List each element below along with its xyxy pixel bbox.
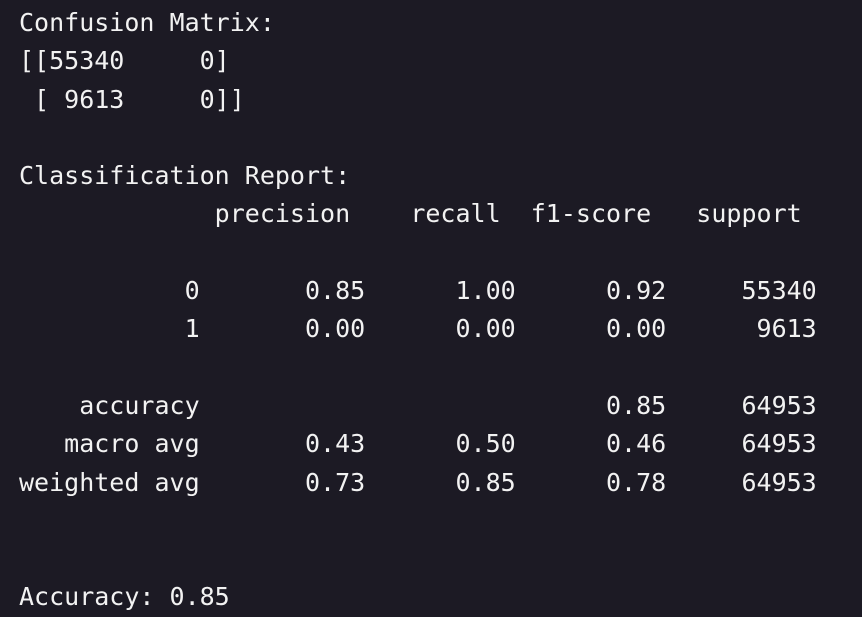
confusion-matrix-row: [[55340 0] — [19, 46, 230, 76]
terminal-output: Confusion Matrix: [[55340 0] [ 9613 0]] … — [0, 0, 862, 612]
report-row-class-1: 1 0.00 0.00 0.00 9613 — [19, 314, 817, 344]
classification-report-heading: Classification Report: — [19, 161, 351, 191]
report-row-accuracy: accuracy 0.85 64953 — [19, 390, 817, 420]
report-row-weighted-avg: weighted avg 0.73 0.85 0.78 64953 — [19, 467, 817, 497]
confusion-matrix-heading: Confusion Matrix: — [19, 8, 275, 37]
accuracy-summary: Accuracy: 0.85 — [19, 582, 230, 612]
confusion-matrix-row: [ 9613 0]] — [19, 84, 245, 114]
report-row-class-0: 0 0.85 1.00 0.92 55340 — [19, 276, 817, 306]
report-row-macro-avg: macro avg 0.43 0.50 0.46 64953 — [19, 429, 817, 459]
report-header-row: precision recall f1-score support — [19, 199, 802, 229]
